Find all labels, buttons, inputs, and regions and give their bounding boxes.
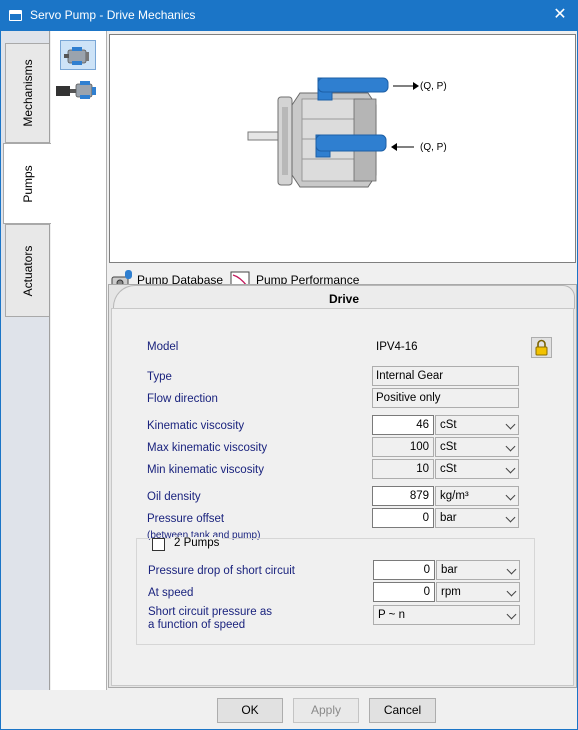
drive-panel: Drive Model IPV4-16 Type Internal Gear F… <box>108 284 577 688</box>
short-circuit-function-select[interactable]: P ~ n <box>373 605 520 625</box>
chevron-down-icon <box>505 512 516 523</box>
oil-density-unit: kg/m³ <box>440 490 469 502</box>
tab-drive[interactable]: Drive <box>113 285 575 309</box>
two-pumps-group: 2 Pumps Pressure drop of short circuit 0… <box>136 537 535 645</box>
inlet-label: (Q, P) <box>420 142 447 153</box>
kinematic-viscosity-input[interactable]: 46 <box>372 415 434 435</box>
kinematic-viscosity-unit-select[interactable]: cSt <box>435 415 519 435</box>
pressure-offset-input[interactable]: 0 <box>372 508 434 528</box>
flow-direction-field: Positive only <box>372 388 519 408</box>
cancel-button[interactable]: Cancel <box>369 698 436 723</box>
max-viscosity-field: 100 <box>372 437 434 457</box>
outlet-label: (Q, P) <box>420 81 447 92</box>
tab-actuators[interactable]: Actuators <box>5 224 49 317</box>
ok-button[interactable]: OK <box>217 698 283 723</box>
pressure-offset-unit: bar <box>440 512 457 524</box>
type-label: Type <box>147 371 172 383</box>
kinematic-viscosity-label: Kinematic viscosity <box>147 420 245 432</box>
pump-type-strip <box>51 31 107 690</box>
pressure-drop-unit-select[interactable]: bar <box>436 560 520 580</box>
model-label: Model <box>147 341 179 353</box>
tab-pumps-label: Pumps <box>20 164 35 203</box>
at-speed-unit-select[interactable]: rpm <box>436 582 520 602</box>
pressure-drop-input[interactable]: 0 <box>373 560 435 580</box>
oil-density-label: Oil density <box>147 491 201 503</box>
oil-density-unit-select[interactable]: kg/m³ <box>435 486 519 506</box>
short-circuit-function-value: P ~ n <box>378 609 405 621</box>
side-tab-strip: Mechanisms Pumps Actuators <box>0 31 51 690</box>
at-speed-input[interactable]: 0 <box>373 582 435 602</box>
max-viscosity-unit: cSt <box>440 441 457 453</box>
pressure-offset-label: Pressure offset <box>147 513 225 525</box>
tab-mechanisms[interactable]: Mechanisms <box>5 43 49 143</box>
lock-button[interactable] <box>531 337 552 358</box>
window-title: Servo Pump - Drive Mechanics <box>30 8 196 22</box>
dual-pump-button[interactable] <box>54 79 100 109</box>
min-viscosity-unit: cSt <box>440 463 457 475</box>
chevron-down-icon <box>505 463 516 474</box>
single-pump-icon <box>64 47 89 65</box>
chevron-down-icon <box>505 419 516 430</box>
tab-mechanisms-label: Mechanisms <box>20 59 35 127</box>
apply-button[interactable]: Apply <box>293 698 359 723</box>
kinematic-viscosity-unit: cSt <box>440 419 457 431</box>
max-viscosity-unit-select[interactable]: cSt <box>435 437 519 457</box>
min-viscosity-field: 10 <box>372 459 434 479</box>
pump-preview-panel: (Q, P) (Q, P) <box>109 34 576 263</box>
single-pump-button[interactable] <box>60 40 96 70</box>
two-pumps-label: 2 Pumps <box>171 537 223 549</box>
chevron-down-icon <box>506 609 517 620</box>
at-speed-unit: rpm <box>441 586 461 598</box>
chevron-down-icon <box>506 564 517 575</box>
type-field: Internal Gear <box>372 366 519 386</box>
pressure-drop-label: Pressure drop of short circuit <box>148 565 296 577</box>
tab-actuators-label: Actuators <box>20 245 35 296</box>
drive-form: Model IPV4-16 Type Internal Gear Flow di… <box>111 308 574 686</box>
min-viscosity-label: Min kinematic viscosity <box>147 464 264 476</box>
window-app-icon <box>9 10 22 21</box>
close-icon[interactable]: ✕ <box>542 0 578 31</box>
dual-pump-icon <box>56 81 96 99</box>
model-value: IPV4-16 <box>376 341 418 353</box>
short-circuit-label-line1: Short circuit pressure as <box>148 606 272 618</box>
pressure-drop-unit: bar <box>441 564 458 576</box>
pressure-offset-unit-select[interactable]: bar <box>435 508 519 528</box>
lock-icon <box>535 339 548 356</box>
max-viscosity-label: Max kinematic viscosity <box>147 442 268 454</box>
oil-density-input[interactable]: 879 <box>372 486 434 506</box>
chevron-down-icon <box>506 586 517 597</box>
two-pumps-checkbox[interactable] <box>152 538 165 551</box>
min-viscosity-unit-select[interactable]: cSt <box>435 459 519 479</box>
tab-pumps[interactable]: Pumps <box>3 143 51 224</box>
title-bar: Servo Pump - Drive Mechanics ✕ <box>0 0 578 31</box>
flow-direction-label: Flow direction <box>147 393 218 405</box>
content-area: (Q, P) (Q, P) Pump Database Pump Perform… <box>108 31 577 690</box>
at-speed-label: At speed <box>148 587 194 599</box>
chevron-down-icon <box>505 441 516 452</box>
chevron-down-icon <box>505 490 516 501</box>
pump-illustration <box>247 77 419 188</box>
short-circuit-label-line2: a function of speed <box>148 619 246 631</box>
